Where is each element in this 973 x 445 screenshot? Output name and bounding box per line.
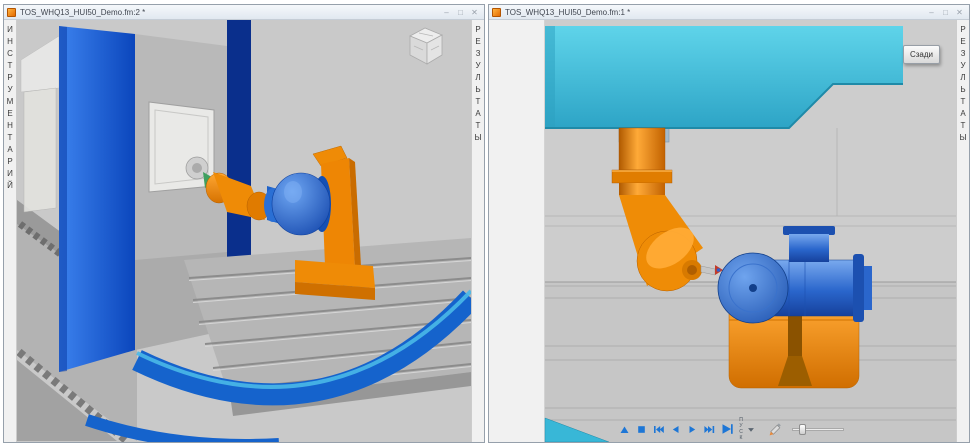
document-icon [492,7,501,17]
right-titlebar[interactable]: TOS_WHQ13_HUI50_Demo.fm:1 * – □ ✕ [489,5,969,20]
slider-thumb[interactable] [799,423,806,435]
step-back-icon[interactable] [669,423,682,436]
left-window-title: TOS_WHQ13_HUI50_Demo.fm:2 * [20,7,146,17]
speed-slider[interactable] [792,423,844,435]
workpiece-sphere [271,172,331,236]
close-button[interactable]: ✕ [953,6,966,19]
pencil-icon[interactable] [768,422,783,437]
viewport-3d-right[interactable]: Сзади ПУСК [489,20,956,442]
view-orientation-button[interactable]: Сзади [902,45,940,64]
play-icon[interactable] [686,423,699,436]
machine-cover [20,35,60,213]
skip-to-end-icon[interactable] [703,423,716,436]
tools-panel-tab[interactable]: ИНСТРУМЕНТАРИЙ [4,20,17,442]
results-panel-tab-left-window[interactable]: РЕЗУЛЬТАТЫ [471,20,484,442]
minimize-button[interactable]: – [925,6,938,19]
left-titlebar[interactable]: TOS_WHQ13_HUI50_Demo.fm:2 * – □ ✕ [4,5,484,20]
scene-left-band [489,20,545,442]
dropdown-icon[interactable] [747,423,755,436]
skip-to-start-icon[interactable] [652,423,665,436]
run-label: ПУСК [738,417,744,441]
results-tab-label: РЕЗУЛЬТАТЫ [473,25,483,145]
tools-tab-label: ИНСТРУМЕНТАРИЙ [5,25,15,193]
left-viewport-window: TOS_WHQ13_HUI50_Demo.fm:2 * – □ ✕ ИНСТРУ… [3,4,485,443]
results-panel-tab-right-window[interactable]: РЕЗУЛЬТАТЫ [956,20,969,442]
results-tab-label: РЕЗУЛЬТАТЫ [958,25,968,145]
up-icon[interactable] [618,423,631,436]
maximize-button[interactable]: □ [939,6,952,19]
app-root: TOS_WHQ13_HUI50_Demo.fm:2 * – □ ✕ ИНСТРУ… [0,0,973,445]
stop-icon[interactable] [635,423,648,436]
viewport-3d-left[interactable] [17,20,471,442]
minimize-button[interactable]: – [440,6,453,19]
left-window-controls: – □ ✕ [440,6,481,19]
right-viewport-window: TOS_WHQ13_HUI50_Demo.fm:1 * – □ ✕ Сзади … [488,4,970,443]
run-icon[interactable] [720,422,734,436]
document-icon [7,7,16,17]
right-window-title: TOS_WHQ13_HUI50_Demo.fm:1 * [505,7,631,17]
view-cube[interactable] [402,22,448,68]
simulation-playbar: ПУСК [618,417,844,441]
close-button[interactable]: ✕ [468,6,481,19]
right-window-controls: – □ ✕ [925,6,966,19]
maximize-button[interactable]: □ [454,6,467,19]
